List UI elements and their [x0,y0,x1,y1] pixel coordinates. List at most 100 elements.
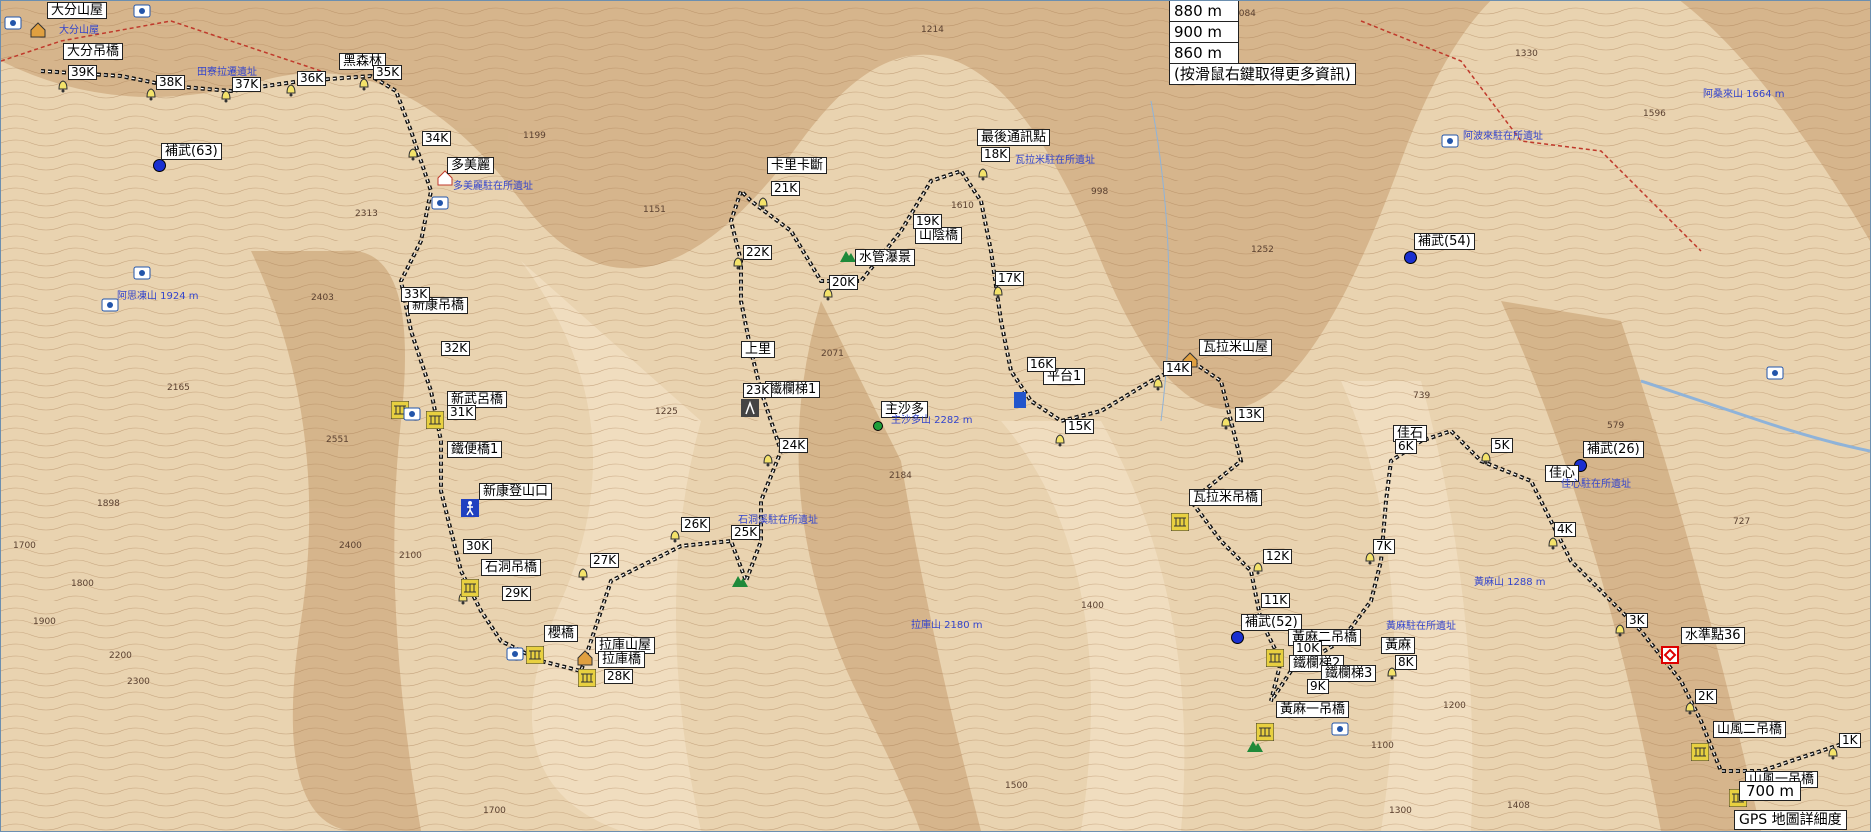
camera-icon[interactable] [1441,131,1459,149]
label-xinkang-trailhead[interactable]: 新康登山口 [479,483,553,500]
bell-icon [758,197,768,210]
label-shanyin-bridge[interactable]: 山陰橋 [915,227,963,244]
poi-label[interactable]: 石洞溪駐在所遺址 [738,511,818,526]
camera-icon[interactable] [431,193,449,211]
label-bu-wu-63[interactable]: 補武(63) [161,143,222,160]
km-marker: 28K [604,669,634,684]
waypoint-dot[interactable] [873,421,883,431]
camera-icon[interactable] [1331,719,1349,737]
label-shidong-bridge[interactable]: 石洞吊橋 [481,559,542,576]
label-shanfeng-2[interactable]: 山風二吊橋 [1713,721,1787,738]
bell-icon [1153,378,1163,391]
hut-icon[interactable] [29,21,47,39]
elevation-label: 727 [1733,517,1751,527]
label-bu-wu-54[interactable]: 補武(54) [1414,233,1475,250]
camera-icon[interactable] [133,1,151,19]
bridge-icon[interactable] [461,579,479,597]
elevation-label: 998 [1091,187,1109,197]
bridge-icon[interactable] [1266,649,1284,667]
elevation-label: 2400 [339,541,362,551]
elevation-label: 1610 [951,201,974,211]
km-marker: 38K [156,75,186,90]
label-dafen-bridge[interactable]: 大分吊橋 [63,43,124,60]
tool-icon[interactable] [1011,391,1029,409]
km-marker: 17K [995,271,1025,286]
label-yinghuang[interactable]: 櫻橋 [544,625,579,642]
label-walami-bridge[interactable]: 瓦拉米吊橋 [1189,489,1263,506]
label-huangma-1[interactable]: 黃麻一吊橋 [1276,701,1350,718]
elevation-label: 1900 [33,617,56,627]
km-marker: 1K [1839,733,1861,748]
elevation-label: 1100 [1371,741,1394,751]
bridge-icon[interactable] [1256,723,1274,741]
hut-icon[interactable] [576,649,594,667]
tunnel-icon[interactable] [741,399,759,417]
bridge-icon[interactable] [578,669,596,687]
waypoint-dot[interactable] [153,159,166,172]
km-marker: 27K [590,553,620,568]
poi-label[interactable]: 田寮拉遷遺址 [197,63,257,78]
bell-icon [1481,452,1491,465]
elevation-label: 2200 [109,651,132,661]
label-shangli[interactable]: 上里 [741,341,776,358]
camera-icon[interactable] [133,263,151,281]
elevation-label: 1214 [921,25,944,35]
elevation-label: 1898 [97,499,120,509]
label-tieti-1[interactable]: 鐵欄梯1 [765,381,821,398]
km-marker: 23K [743,383,773,398]
km-marker: 21K [771,181,801,196]
label-tie-bian-1[interactable]: 鐵便橋1 [447,441,503,458]
poi-label[interactable]: 阿桑來山 1664 m [1703,85,1785,100]
poi-label[interactable]: 黃麻山 1288 m [1474,573,1546,588]
map-view[interactable]: 大分山屋 大分吊橋 黑森林 補武(63) 多美麗 新康吊橋 新武呂橋 鐵便橋1 … [0,0,1871,832]
poi-label[interactable]: 瓦拉米駐在所遺址 [1015,151,1095,166]
km-marker: 22K [743,245,773,260]
bridge-icon[interactable] [426,411,444,429]
benchmark-icon[interactable] [1661,646,1679,664]
poi-label[interactable]: 拉庫山 2180 m [911,616,983,631]
poi-label[interactable]: 主沙多山 2282 m [891,411,973,426]
camera-icon[interactable] [506,644,524,662]
label-duomeili[interactable]: 多美麗 [447,157,495,174]
label-zuihou-point[interactable]: 最後通訊點 [977,129,1051,146]
waypoint-dot[interactable] [1231,631,1244,644]
elevation-label: 2313 [355,209,378,219]
km-marker: 13K [1235,407,1265,422]
label-huangma[interactable]: 黃麻 [1381,637,1416,654]
label-bu-wu-26[interactable]: 補武(26) [1583,441,1644,458]
elevation-label: 1199 [523,131,546,141]
label-kalibeiduan[interactable]: 卡里卡斷 [767,157,828,174]
camera-icon[interactable] [4,13,22,31]
hiker-icon[interactable] [461,499,479,517]
elevation-label: 1225 [655,407,678,417]
waypoint-dot[interactable] [1404,251,1417,264]
label-dafen-hut[interactable]: 大分山屋 [47,2,108,19]
bell-icon [993,286,1003,299]
poi-label[interactable]: 佳心駐在所遺址 [1561,475,1631,490]
label-walami-hut[interactable]: 瓦拉米山屋 [1199,339,1273,356]
label-ladao-bridge[interactable]: 拉庫橋 [598,651,646,668]
elevation-info-box[interactable]: 880 m 900 m 860 m (按滑鼠右鍵取得更多資訊) [1169,1,1356,85]
peak-icon[interactable] [731,571,749,589]
poi-label[interactable]: 阿波來駐在所遺址 [1463,127,1543,142]
poi-label[interactable]: 大分山屋 [59,21,99,36]
bell-icon [359,78,369,91]
poi-label[interactable]: 阿思凍山 1924 m [117,287,199,302]
camera-icon[interactable] [1766,363,1784,381]
bridge-icon[interactable] [1171,513,1189,531]
bridge-icon[interactable] [1691,743,1709,761]
poi-label[interactable]: 黃麻駐在所遺址 [1386,617,1456,632]
bridge-icon[interactable] [526,646,544,664]
poi-label[interactable]: 多美麗駐在所遺址 [453,177,533,192]
label-water-36[interactable]: 水準點36 [1681,627,1745,644]
km-marker: 15K [1065,419,1095,434]
bell-icon [221,90,231,103]
elevation-readout-1: 880 m [1169,1,1239,22]
elevation-label: 1252 [1251,245,1274,255]
label-shuiguan[interactable]: 水管瀑景 [855,249,916,266]
km-marker: 29K [502,586,532,601]
camera-icon[interactable] [403,404,421,422]
gps-detail-label[interactable]: GPS 地圖詳細度 [1734,810,1847,830]
km-marker: 2K [1695,689,1717,704]
label-tieti-3[interactable]: 鐵欄梯3 [1321,665,1377,682]
